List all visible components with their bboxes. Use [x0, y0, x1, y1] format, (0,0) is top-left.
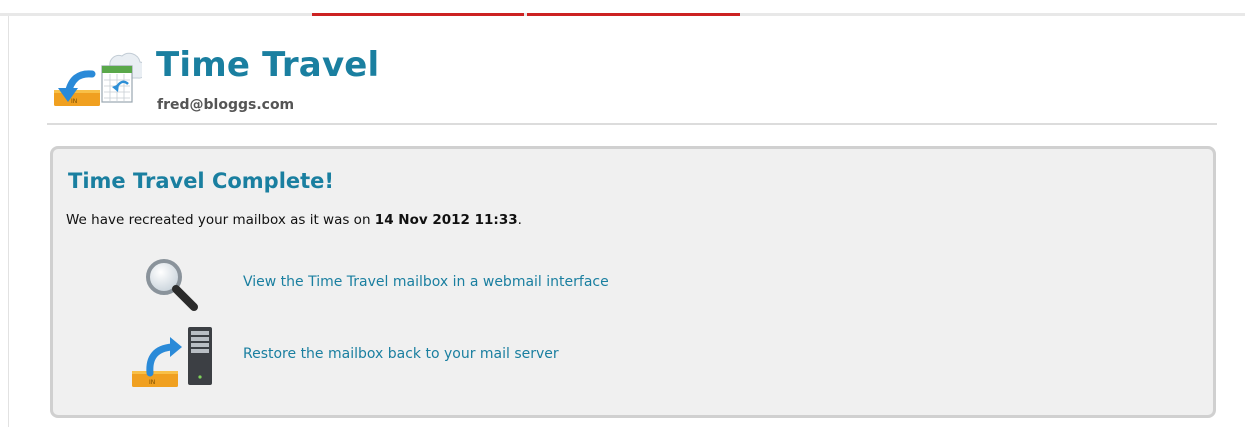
time-travel-logo-icon: IN [54, 52, 142, 106]
magnifying-glass-icon[interactable] [143, 256, 199, 312]
result-panel: Time Travel Complete! We have recreated … [50, 146, 1216, 418]
progress-segment-2 [527, 13, 740, 16]
app-title: Time Travel [156, 45, 380, 85]
view-webmail-link[interactable]: View the Time Travel mailbox in a webmai… [243, 274, 609, 290]
message-prefix: We have recreated your mailbox as it was… [66, 212, 371, 228]
restore-to-server-icon[interactable]: IN [130, 325, 220, 389]
restore-timestamp: 14 Nov 2012 11:33 [374, 212, 518, 228]
message-suffix: . [517, 212, 522, 228]
svg-text:IN: IN [71, 98, 77, 105]
left-border [8, 15, 9, 427]
svg-text:IN: IN [149, 379, 155, 386]
result-message: We have recreated your mailbox as it was… [66, 212, 522, 228]
restore-mailbox-link[interactable]: Restore the mailbox back to your mail se… [243, 346, 559, 362]
result-heading: Time Travel Complete! [68, 169, 334, 193]
header-divider [47, 123, 1217, 125]
progress-segment-1 [312, 13, 524, 16]
user-email: fred@bloggs.com [157, 97, 295, 113]
